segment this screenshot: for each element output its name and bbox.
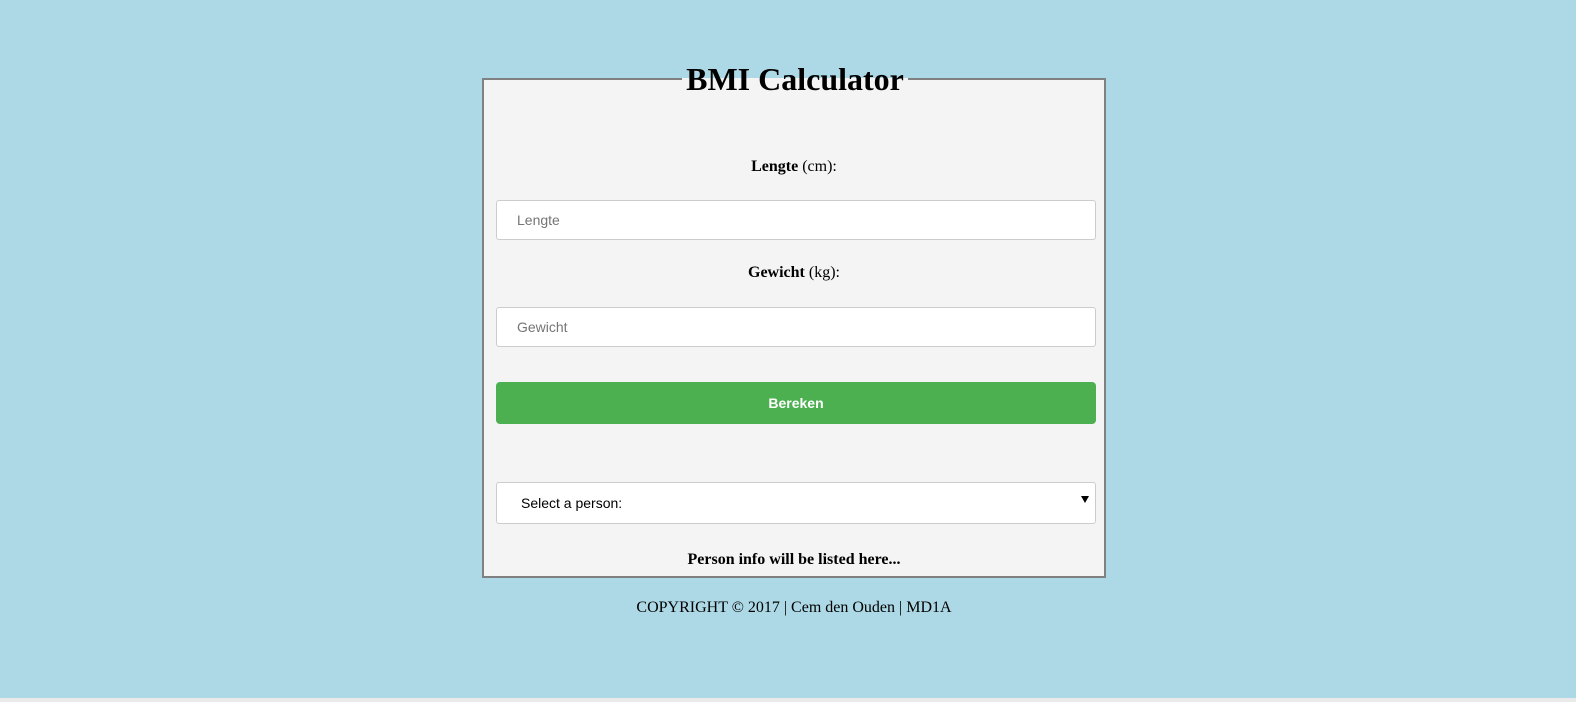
length-label-unit: (cm):: [798, 158, 837, 175]
person-select[interactable]: Select a person:: [496, 482, 1096, 524]
page-title: BMI Calculator: [682, 60, 908, 100]
page-bottom-edge: [0, 698, 1576, 702]
length-label-text: Lengte: [751, 158, 799, 175]
length-input[interactable]: [496, 200, 1096, 240]
weight-label-unit: (kg):: [804, 264, 840, 281]
calculate-button[interactable]: Bereken: [496, 382, 1096, 424]
weight-label-text: Gewicht: [748, 264, 805, 281]
person-select-value: Select a person:: [521, 495, 623, 511]
weight-label: Gewicht (kg):: [482, 263, 1106, 283]
footer-copyright: COPYRIGHT © 2017 | Cem den Ouden | MD1A: [636, 599, 952, 616]
chevron-down-icon: [1081, 496, 1089, 503]
weight-input[interactable]: [496, 307, 1096, 347]
person-info-text: Person info will be listed here...: [687, 551, 901, 568]
length-label: Lengte (cm):: [482, 157, 1106, 177]
